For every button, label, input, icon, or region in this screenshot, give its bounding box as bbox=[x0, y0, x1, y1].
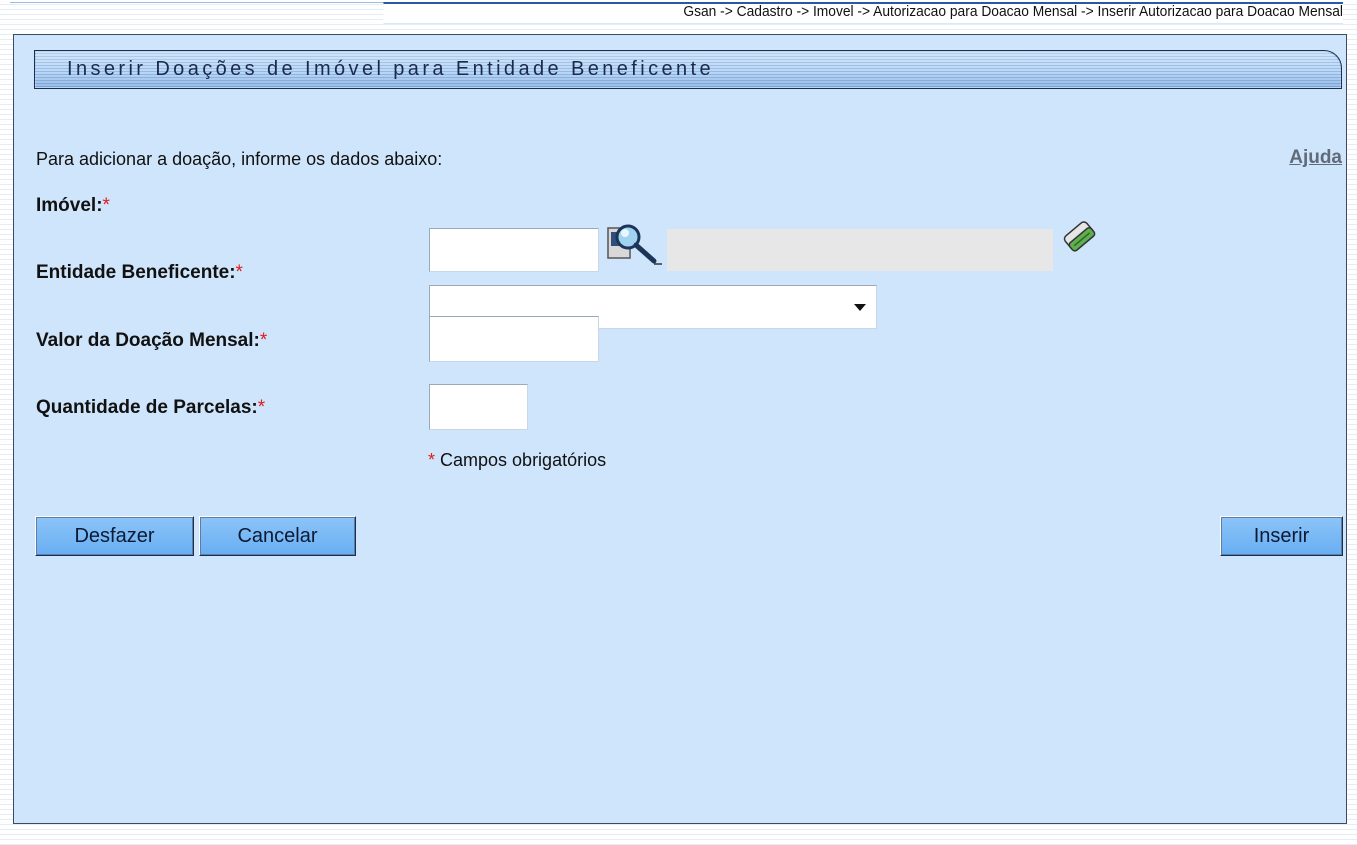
page-title: Inserir Doações de Imóvel para Entidade … bbox=[67, 58, 715, 80]
parcelas-label-text: Quantidade de Parcelas: bbox=[36, 397, 258, 418]
imovel-required-mark: * bbox=[102, 195, 110, 216]
valor-label-text: Valor da Doação Mensal: bbox=[36, 330, 260, 351]
valor-input[interactable] bbox=[429, 316, 599, 362]
inserir-button[interactable]: Inserir bbox=[1220, 516, 1343, 556]
required-note-text: Campos obrigatórios bbox=[435, 450, 607, 470]
imovel-label: Imóvel:* bbox=[36, 195, 110, 217]
valor-required-mark: * bbox=[259, 330, 268, 351]
parcelas-required-mark: * bbox=[257, 397, 266, 418]
breadcrumb: Gsan -> Cadastro -> Imovel -> Autorizaca… bbox=[383, 2, 1343, 24]
eraser-icon[interactable] bbox=[1060, 215, 1100, 259]
required-note-mark: * bbox=[428, 450, 436, 470]
entidade-required-mark: * bbox=[235, 262, 243, 283]
instructions-text: Para adicionar a doação, informe os dado… bbox=[36, 149, 443, 169]
form-panel: Inserir Doações de Imóvel para Entidade … bbox=[13, 34, 1347, 824]
parcelas-label: Quantidade de Parcelas:* bbox=[36, 397, 265, 419]
magnifier-search-icon[interactable] bbox=[606, 220, 662, 266]
imovel-label-text: Imóvel: bbox=[36, 195, 103, 216]
required-fields-note: * Campos obrigatórios bbox=[428, 450, 606, 471]
desfazer-button[interactable]: Desfazer bbox=[35, 516, 194, 556]
page: Gsan -> Cadastro -> Imovel -> Autorizaca… bbox=[0, 0, 1357, 845]
help-link[interactable]: Ajuda bbox=[1289, 147, 1342, 169]
imovel-input[interactable] bbox=[429, 228, 599, 272]
entidade-label: Entidade Beneficente:* bbox=[36, 262, 243, 284]
imovel-description-field bbox=[667, 229, 1053, 271]
entidade-label-text: Entidade Beneficente: bbox=[36, 262, 236, 283]
valor-label: Valor da Doação Mensal:* bbox=[36, 330, 267, 352]
cancelar-button[interactable]: Cancelar bbox=[199, 516, 356, 556]
chevron-down-icon bbox=[854, 304, 866, 311]
parcelas-input[interactable] bbox=[429, 384, 528, 430]
title-bar: Inserir Doações de Imóvel para Entidade … bbox=[34, 50, 1342, 89]
